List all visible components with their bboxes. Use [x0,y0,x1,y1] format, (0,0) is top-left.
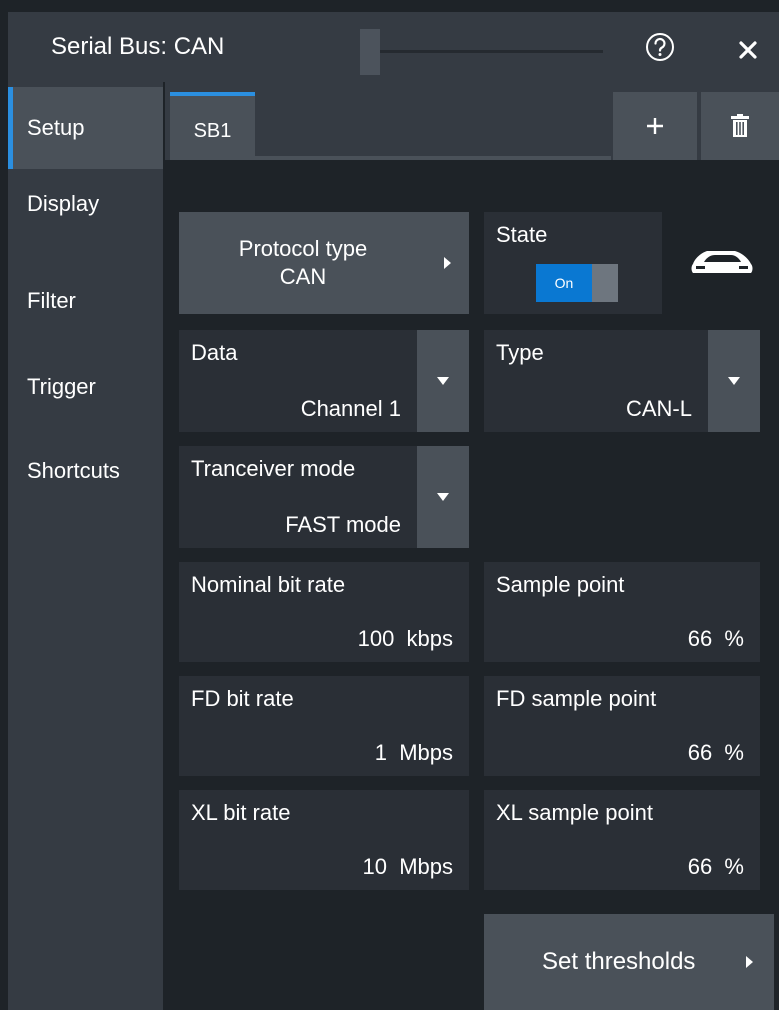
xl-sample-point-label: XL sample point [496,800,653,825]
protocol-type-label: Protocol type [238,236,368,261]
car-icon [691,251,753,273]
plus-icon [647,118,663,134]
sample-point-field[interactable]: Sample point 66 % [484,562,760,662]
title-bar: Serial Bus: CAN [8,12,779,82]
sidebar-item-shortcuts[interactable]: Shortcuts [8,430,163,512]
add-bus-button[interactable] [613,92,697,160]
fd-sample-point-field[interactable]: FD sample point 66 % [484,676,760,776]
tab-sb1[interactable]: SB1 [170,92,255,160]
transparency-slider-thumb[interactable] [360,29,380,75]
fd-bit-rate-value: 1 Mbps [374,740,453,765]
protocol-type-value: CAN [279,264,327,289]
serial-bus-dialog: Serial Bus: CAN Setup Display Filter Tri… [0,0,779,1010]
sidebar: Setup Display Filter Trigger Shortcuts [8,82,163,1010]
sample-point-value: 66 % [687,626,744,651]
protocol-type-button[interactable]: Protocol type CAN [179,212,469,314]
data-field[interactable]: Data Channel 1 [179,330,469,432]
nominal-bit-rate-value: 100 kbps [357,626,453,651]
xl-sample-point-value: 66 % [687,854,744,879]
data-value: Channel 1 [300,396,401,421]
nominal-bit-rate-label: Nominal bit rate [191,572,346,597]
set-thresholds-button[interactable]: Set thresholds [484,914,774,1010]
sample-point-label: Sample point [496,572,625,597]
chevron-right-icon [444,257,451,269]
fd-sample-point-value: 66 % [687,740,744,765]
xl-bit-rate-label: XL bit rate [191,800,291,825]
state-toggle[interactable]: On [536,264,618,302]
type-label: Type [496,340,544,365]
data-dropdown-button[interactable] [417,330,469,432]
xl-sample-point-field[interactable]: XL sample point 66 % [484,790,760,890]
type-dropdown-button[interactable] [708,330,760,432]
fd-bit-rate-field[interactable]: FD bit rate 1 Mbps [179,676,469,776]
type-value: CAN-L [625,396,692,421]
nominal-bit-rate-field[interactable]: Nominal bit rate 100 kbps [179,562,469,662]
sidebar-item-display[interactable]: Display [8,174,163,256]
state-field: State On [484,212,662,314]
transceiver-mode-value: FAST mode [285,512,401,537]
close-button[interactable] [728,30,768,70]
question-circle-icon [646,33,674,61]
xl-bit-rate-value: 10 Mbps [362,854,454,879]
sidebar-item-filter[interactable]: Filter [8,260,163,342]
state-label: State [496,222,548,247]
transceiver-mode-field[interactable]: Tranceiver mode FAST mode [179,446,469,548]
transceiver-mode-label: Tranceiver mode [191,456,356,481]
transparency-slider-track[interactable] [363,50,603,53]
xl-bit-rate-field[interactable]: XL bit rate 10 Mbps [179,790,469,890]
fd-sample-point-label: FD sample point [496,686,657,711]
transceiver-mode-dropdown-button[interactable] [417,446,469,548]
tab-bar-underline [255,156,611,160]
type-field[interactable]: Type CAN-L [484,330,760,432]
sidebar-item-setup[interactable]: Setup [8,87,163,169]
delete-bus-button[interactable] [701,92,779,160]
dialog-title: Serial Bus: CAN [51,33,225,60]
data-label: Data [191,340,238,365]
sidebar-item-trigger[interactable]: Trigger [8,346,163,428]
help-button[interactable] [644,31,676,63]
main-panel: SB1 Protocol type CAN State On Data Chan… [165,82,779,1010]
tab-bar: SB1 [165,82,779,160]
chevron-right-icon [746,956,753,968]
state-toggle-on: On [536,264,592,302]
protocol-type-text: Protocol type CAN [179,212,427,314]
trash-icon [731,114,749,137]
close-icon [739,41,757,59]
fd-bit-rate-label: FD bit rate [191,686,294,711]
set-thresholds-label: Set thresholds [542,948,696,975]
